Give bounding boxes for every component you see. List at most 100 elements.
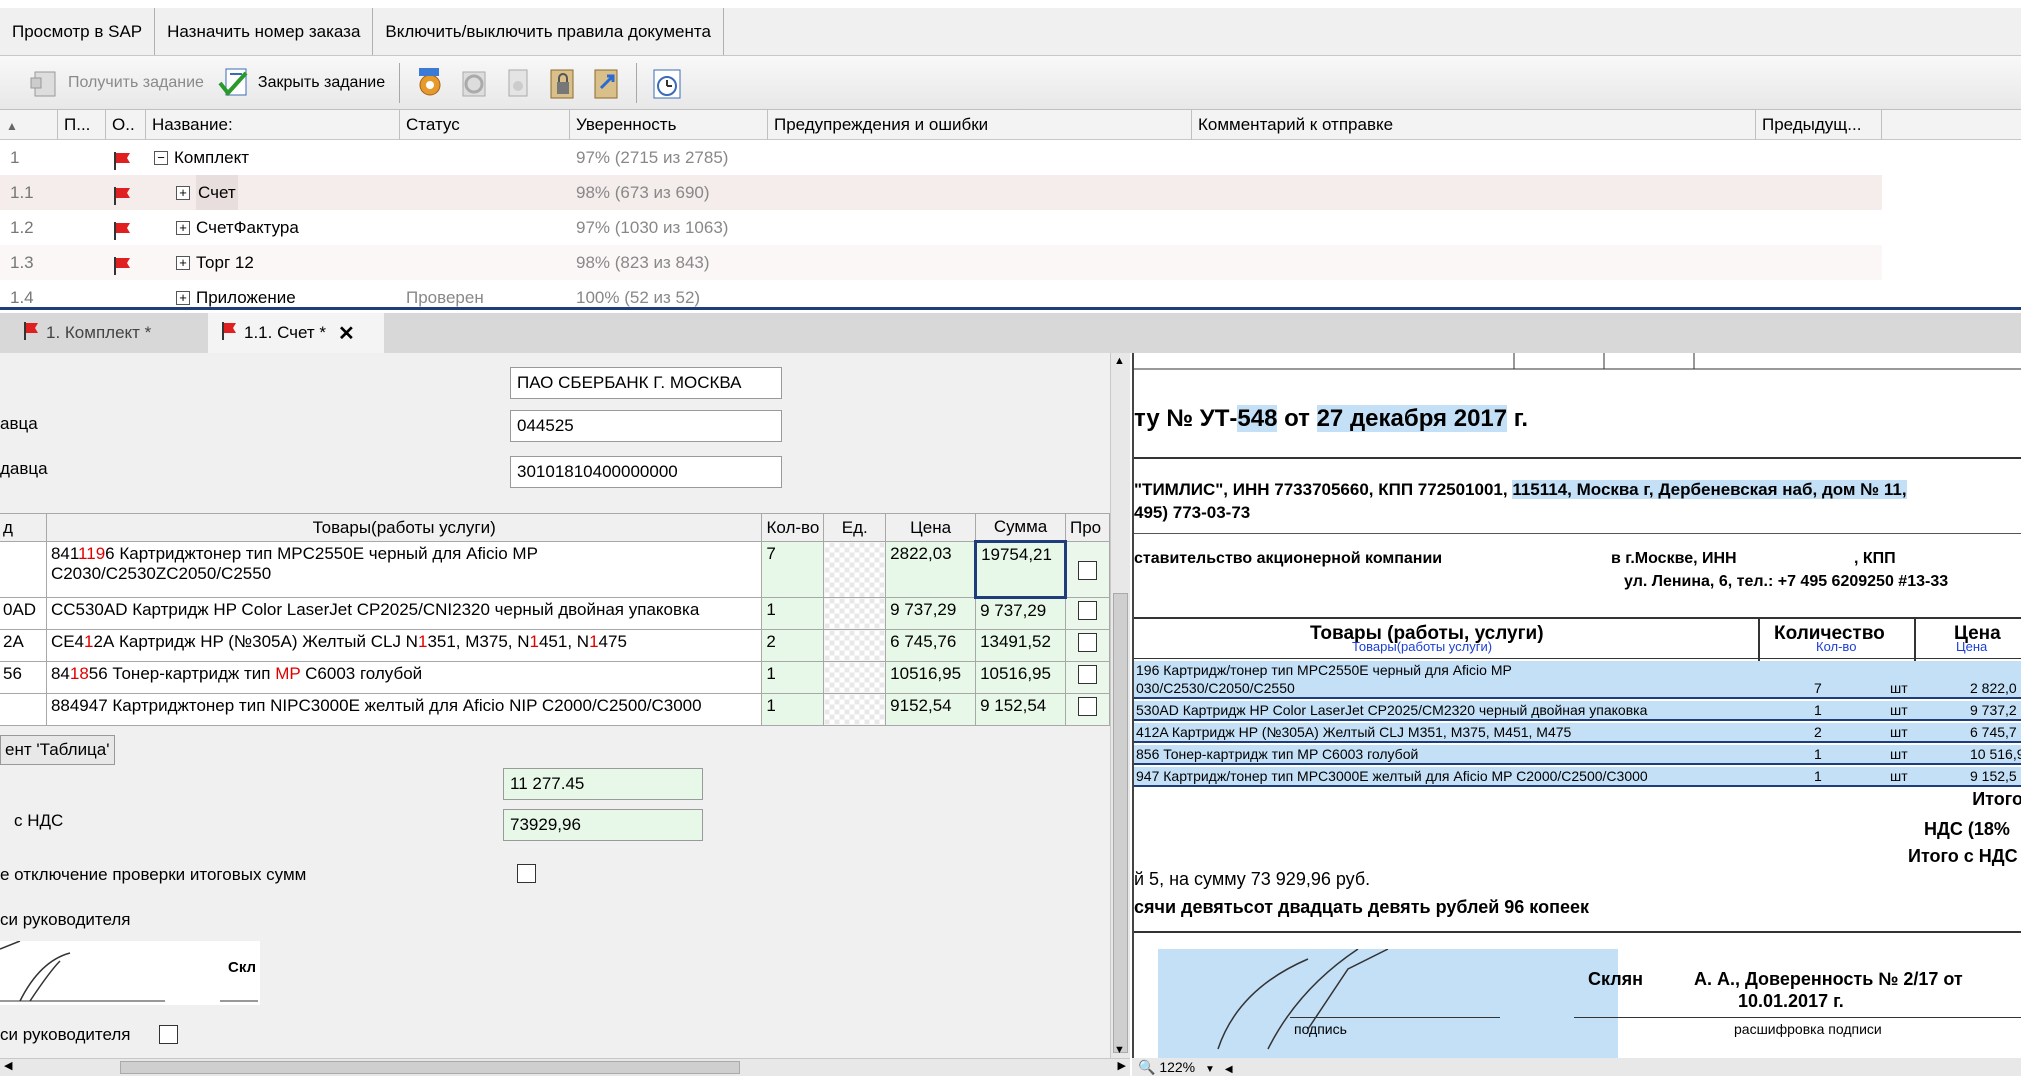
scroll-left-icon[interactable]: ◀: [4, 1059, 12, 1072]
column-header-status[interactable]: Статус: [400, 110, 570, 140]
zoom-dropdown-icon[interactable]: ▼: [1205, 1064, 1215, 1075]
get-task-button[interactable]: Получить задание: [20, 61, 210, 105]
column-header-comment[interactable]: Комментарий к отправке: [1192, 110, 1756, 140]
tree-row-selected[interactable]: 1.1 + Счет 98% (673 из 690): [0, 175, 1882, 210]
price-cell[interactable]: 9152,54: [885, 693, 977, 726]
check-cell[interactable]: [1064, 597, 1111, 630]
tree-row[interactable]: 1.3 + Торг 12 98% (823 из 843): [0, 245, 1882, 280]
table-row[interactable]: 8411196 Картриджтонер тип MPC2550E черны…: [0, 540, 1111, 599]
check-cell[interactable]: [1064, 629, 1111, 662]
column-header-previous[interactable]: Предыдущ...: [1756, 110, 1882, 140]
zoom-level[interactable]: 122%: [1159, 1059, 1195, 1075]
form-horizontal-scrollbar[interactable]: ◀ ▶: [0, 1058, 1130, 1076]
table-row[interactable]: 0AD CC530AD Картридж HP Color LaserJet C…: [0, 597, 1111, 630]
goods-cell[interactable]: CE4 1 2А Картридж HP (№305А) Желтый CLJ N 1…: [45, 629, 763, 662]
sum-cell[interactable]: 10516,95: [975, 661, 1066, 694]
tree-row[interactable]: 1 − Комплект 97% (2715 из 2785): [0, 140, 1882, 175]
form-vertical-scrollbar[interactable]: ▲ ▼: [1110, 353, 1130, 1058]
table-element-button[interactable]: ент 'Таблица': [0, 735, 115, 765]
code-cell[interactable]: 2A: [0, 629, 47, 662]
tab-kit[interactable]: 1. Комплект *: [10, 313, 200, 353]
sum-cell[interactable]: 13491,52: [975, 629, 1066, 662]
check-cell[interactable]: [1064, 693, 1111, 726]
price-cell[interactable]: 6 745,76: [885, 629, 977, 662]
collapse-icon[interactable]: −: [154, 151, 168, 165]
code-cell[interactable]: [0, 541, 47, 598]
column-header[interactable]: О..: [106, 110, 146, 140]
close-task-button[interactable]: Закрыть задание: [210, 61, 391, 105]
goods-cell[interactable]: 841856 Тонер-картридж тип MP C6003 голуб…: [45, 661, 763, 694]
unit-cell[interactable]: [823, 661, 887, 694]
column-header-name[interactable]: Название:: [146, 110, 400, 140]
sort-column-header[interactable]: ▲: [0, 110, 58, 140]
expand-icon[interactable]: +: [176, 186, 190, 200]
column-header-qty[interactable]: Кол-во: [761, 513, 825, 542]
column-header-warnings[interactable]: Предупреждения и ошибки: [768, 110, 1192, 140]
check-cell[interactable]: [1064, 541, 1111, 598]
refresh-docs-icon[interactable]: [452, 61, 496, 105]
check-cell[interactable]: [1064, 661, 1111, 694]
unit-cell[interactable]: [823, 597, 887, 630]
tree-row[interactable]: 1.4 + Приложение Проверен 100% (52 из 52…: [0, 280, 1882, 307]
sum-cell-focused[interactable]: 19754,21: [974, 540, 1067, 599]
vat-field[interactable]: 11 277.45: [503, 768, 703, 800]
row-checkbox[interactable]: [1077, 665, 1097, 685]
total-field[interactable]: 73929,96: [503, 809, 703, 841]
unit-cell[interactable]: [823, 541, 887, 598]
qty-cell[interactable]: 1: [761, 597, 825, 630]
column-header[interactable]: П...: [58, 110, 106, 140]
code-cell[interactable]: 56: [0, 661, 47, 694]
lock-clipboard-icon[interactable]: [540, 61, 584, 105]
row-checkbox[interactable]: [1077, 697, 1097, 717]
unit-cell[interactable]: [823, 629, 887, 662]
account-field[interactable]: 30101810400000000: [510, 456, 782, 488]
sum-cell[interactable]: 9 737,29: [975, 597, 1066, 630]
table-row[interactable]: 56 841856 Тонер-картридж тип MP C6003 го…: [0, 661, 1111, 694]
disable-check-checkbox[interactable]: [517, 864, 536, 883]
table-row[interactable]: 2A CE4 1 2А Картридж HP (№305А) Желтый CLJ…: [0, 629, 1111, 662]
column-header-goods[interactable]: Товары(работы услуги): [45, 513, 763, 542]
signature-checkbox[interactable]: [159, 1025, 178, 1044]
attach-doc-icon[interactable]: [496, 61, 540, 105]
settings-gear-icon[interactable]: [408, 61, 452, 105]
scroll-left-icon[interactable]: ◀: [1225, 1064, 1233, 1075]
price-cell[interactable]: 9 737,29: [885, 597, 977, 630]
code-cell[interactable]: 0AD: [0, 597, 47, 630]
column-header-unit[interactable]: Ед.: [823, 513, 887, 542]
column-header-price[interactable]: Цена: [885, 513, 977, 542]
goods-cell[interactable]: 8411196 Картриджтонер тип MPC2550E черны…: [45, 541, 763, 598]
price-cell[interactable]: 10516,95: [885, 661, 977, 694]
price-cell[interactable]: 2822,03: [885, 541, 977, 598]
table-row[interactable]: 884947 Картриджтонер тип NIPC3000E желты…: [0, 693, 1111, 726]
expand-icon[interactable]: +: [176, 221, 190, 235]
close-icon[interactable]: ✕: [338, 321, 355, 346]
column-header-check[interactable]: Про: [1064, 513, 1111, 542]
column-header-code[interactable]: д: [0, 513, 47, 542]
timer-icon[interactable]: [645, 61, 689, 105]
qty-cell[interactable]: 2: [761, 629, 825, 662]
bank-field[interactable]: ПАО СБЕРБАНК Г. МОСКВА: [510, 367, 782, 399]
qty-cell[interactable]: 1: [761, 693, 825, 726]
toggle-document-rules-button[interactable]: Включить/выключить правила документа: [373, 8, 724, 55]
goods-cell[interactable]: CC530AD Картридж HP Color LaserJet CP202…: [45, 597, 763, 630]
assign-order-number-button[interactable]: Назначить номер заказа: [155, 8, 374, 55]
scroll-thumb[interactable]: [1113, 593, 1128, 1053]
row-checkbox[interactable]: [1077, 601, 1097, 621]
tab-invoice[interactable]: 1.1. Счет * ✕: [208, 313, 384, 353]
qty-cell[interactable]: 1: [761, 661, 825, 694]
bik-field[interactable]: 044525: [510, 410, 782, 442]
expand-icon[interactable]: +: [176, 291, 190, 305]
view-in-sap-button[interactable]: Просмотр в SAP: [0, 8, 156, 55]
tree-row[interactable]: 1.2 + СчетФактура 97% (1030 из 1063): [0, 210, 1882, 245]
row-checkbox[interactable]: [1077, 633, 1097, 653]
code-cell[interactable]: [0, 693, 47, 726]
qty-cell[interactable]: 7: [761, 541, 825, 598]
goods-cell[interactable]: 884947 Картриджтонер тип NIPC3000E желты…: [45, 693, 763, 726]
export-clipboard-icon[interactable]: [584, 61, 628, 105]
row-checkbox[interactable]: [1078, 560, 1098, 580]
column-header-confidence[interactable]: Уверенность: [570, 110, 768, 140]
column-header-sum[interactable]: Сумма: [975, 513, 1066, 542]
unit-cell[interactable]: [823, 693, 887, 726]
expand-icon[interactable]: +: [176, 256, 190, 270]
scroll-thumb[interactable]: [120, 1061, 740, 1074]
